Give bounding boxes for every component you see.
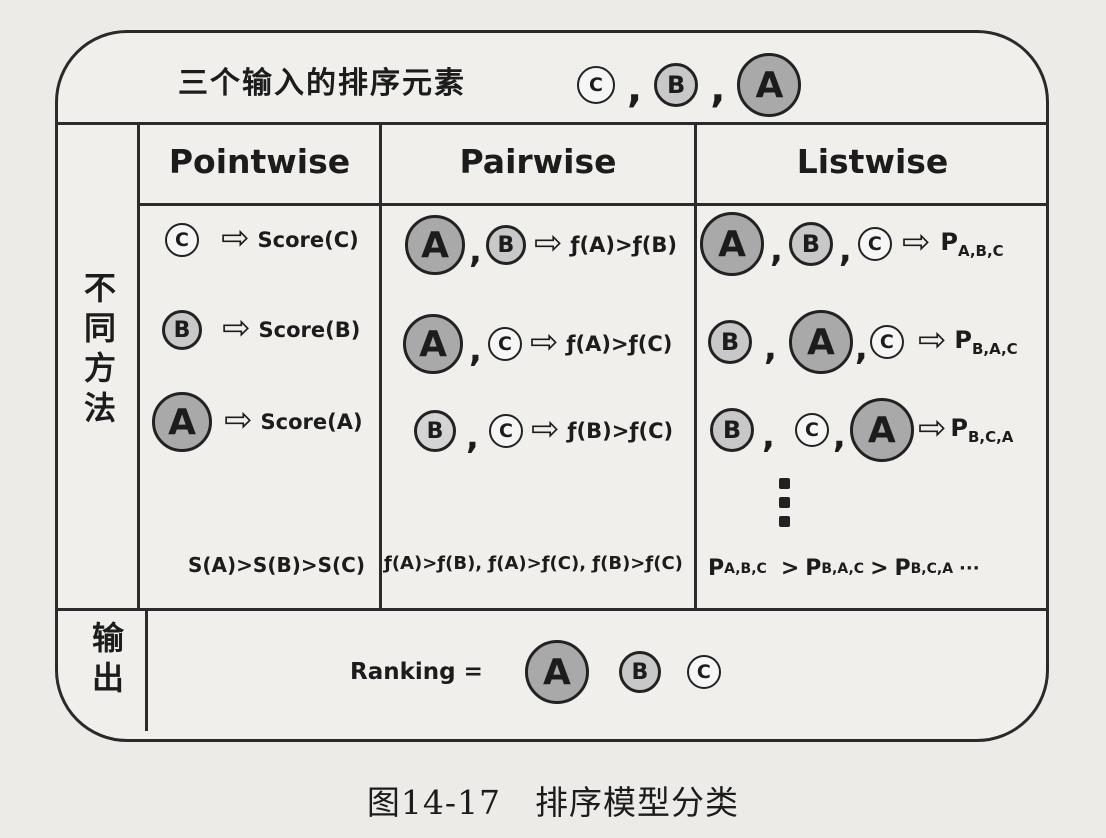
arrow-icon: ⇨ [533,223,563,263]
comma: , [770,230,783,270]
element-c: C [487,327,522,361]
pointwise-score: Score(C) [257,228,359,252]
pairwise-row: A , C ⇨ ƒ(A)>ƒ(C) [403,314,672,374]
pointwise-score: Score(B) [258,318,361,342]
element-c: C [577,66,615,104]
element-c: C [165,223,199,257]
listwise-row: B , C , A ⇨ PB,C,A [710,398,1013,462]
column-header-pairwise: Pairwise [459,142,617,181]
listwise-summary: P A,B,C > P B,A,C > P B,C,A ··· [708,556,980,581]
element-b: B [162,310,202,350]
pairwise-row: A , B ⇨ ƒ(A)>ƒ(B) [405,215,677,275]
element-b: B [788,222,833,266]
listwise-row: A , B , C ⇨ PA,B,C [700,212,1004,276]
listwise-probability: PB,C,A [950,414,1014,446]
comma: , [832,416,846,456]
pointwise-row: A ⇨ Score(A) [152,392,363,452]
element-a: A [152,392,212,452]
element-b: B [414,410,456,452]
element-a: A [405,215,465,275]
vertical-ellipsis-icon [779,478,791,535]
output-label: 输 出 [91,619,124,697]
header-divider [56,122,1048,125]
element-b: B [708,320,752,364]
arrow-icon: ⇨ [917,320,947,360]
pairwise-result: ƒ(A)>ƒ(C) [566,332,673,356]
pairwise-result: ƒ(A)>ƒ(B) [570,233,677,257]
comma: , [469,330,482,370]
output-divider [56,608,1048,611]
comma: , [762,416,775,456]
side-divider [137,123,140,609]
col-divider-2 [694,123,697,609]
element-c: C [857,227,892,261]
pointwise-row: C ⇨ Score(C) [165,218,359,258]
column-header-listwise: Listwise [796,142,949,181]
column-header-pointwise: Pointwise [168,142,351,181]
element-a: A [700,212,764,276]
element-a: A [403,314,463,374]
ranking-label: Ranking = [350,659,483,685]
element-a: A [737,53,802,117]
arrow-icon: ⇨ [530,409,560,449]
element-c: C [686,655,721,689]
element-b: B [485,225,526,265]
arrow-icon: ⇨ [222,308,251,348]
pairwise-row: B , C ⇨ ƒ(B)>ƒ(C) [414,409,674,457]
column-head-divider [137,203,1048,206]
listwise-row: B , A , C ⇨ PB,A,C [708,310,1018,374]
col-divider-1 [379,123,382,609]
diagram-frame [55,30,1049,742]
input-elements-title: 三个输入的排序元素 [178,66,466,101]
element-b: B [618,651,661,693]
ranking-output: Ranking = A B C [350,640,721,704]
figure-caption: 图14-17 排序模型分类 [366,783,740,822]
element-b: B [710,408,754,452]
comma: , [854,328,868,368]
arrow-icon: ⇨ [224,400,253,440]
element-c: C [869,325,904,359]
element-b: B [654,63,699,107]
arrow-icon: ⇨ [529,322,559,362]
pointwise-row: B ⇨ Score(B) [162,310,360,350]
arrow-icon: ⇨ [917,408,947,448]
element-a: A [788,310,853,374]
figure: 三个输入的排序元素 C , B , A Pointwise Pairwise L… [0,0,1106,838]
element-c: C [794,413,829,447]
element-a: A [524,640,589,704]
element-c: C [488,414,523,448]
comma: , [466,417,479,457]
pointwise-summary: S(A)>S(B)>S(C) [188,553,365,577]
comma: , [710,66,726,112]
comma: , [764,328,777,368]
listwise-probability: PB,A,C [954,326,1018,358]
pointwise-score: Score(A) [260,410,363,434]
output-side-divider [145,609,148,731]
input-elements: C , B , A [577,53,802,117]
pairwise-summary: ƒ(A)>ƒ(B), ƒ(A)>ƒ(C), ƒ(B)>ƒ(C) [384,553,683,574]
arrow-icon: ⇨ [901,222,931,262]
comma: , [627,66,643,112]
arrow-icon: ⇨ [221,218,250,258]
methods-label: 不 同 方 法 [83,269,116,427]
listwise-probability: PA,B,C [940,228,1004,260]
pairwise-result: ƒ(B)>ƒ(C) [567,419,674,443]
comma: , [469,231,482,271]
element-a: A [849,398,914,462]
comma: , [838,230,852,270]
